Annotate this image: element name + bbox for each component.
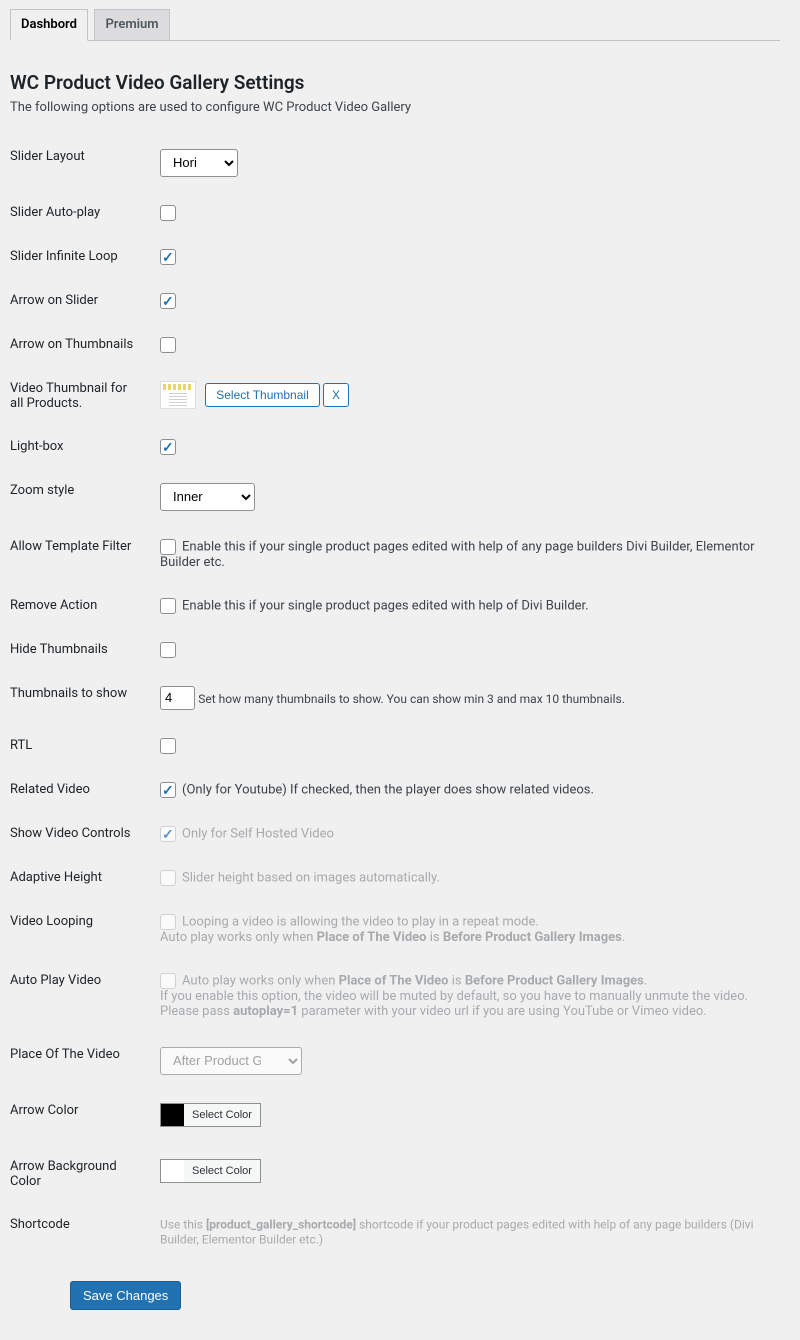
show-video-controls-checkbox bbox=[160, 826, 176, 842]
label-remove-action: Remove Action bbox=[10, 584, 150, 628]
zoom-style-select[interactable]: Inner bbox=[160, 483, 255, 511]
page-description: The following options are used to config… bbox=[10, 100, 780, 135]
template-filter-hint: Enable this if your single product pages… bbox=[160, 539, 755, 570]
label-hide-thumbnails: Hide Thumbnails bbox=[10, 628, 150, 672]
label-thumbnails-to-show: Thumbnails to show bbox=[10, 672, 150, 724]
label-template-filter: Allow Template Filter bbox=[10, 525, 150, 584]
arrow-on-slider-checkbox[interactable] bbox=[160, 293, 176, 309]
label-video-thumbnail: Video Thumbnail for all Products. bbox=[10, 367, 150, 425]
hide-thumbnails-checkbox[interactable] bbox=[160, 642, 176, 658]
select-thumbnail-button[interactable]: Select Thumbnail bbox=[205, 383, 320, 407]
label-arrow-bg-color: Arrow Background Color bbox=[10, 1145, 150, 1203]
label-place-of-video: Place Of The Video bbox=[10, 1033, 150, 1089]
label-auto-play-video: Auto Play Video bbox=[10, 959, 150, 1033]
label-show-video-controls: Show Video Controls bbox=[10, 812, 150, 856]
arrow-color-swatch bbox=[160, 1103, 184, 1127]
slider-loop-checkbox[interactable] bbox=[160, 249, 176, 265]
video-looping-checkbox bbox=[160, 914, 176, 930]
label-lightbox: Light-box bbox=[10, 425, 150, 469]
related-video-checkbox[interactable] bbox=[160, 782, 176, 798]
label-video-looping: Video Looping bbox=[10, 900, 150, 959]
auto-play-video-checkbox bbox=[160, 973, 176, 989]
label-zoom-style: Zoom style bbox=[10, 469, 150, 525]
label-rtl: RTL bbox=[10, 724, 150, 768]
adaptive-height-checkbox bbox=[160, 870, 176, 886]
tab-premium[interactable]: Premium bbox=[94, 9, 169, 40]
label-slider-loop: Slider Infinite Loop bbox=[10, 235, 150, 279]
video-looping-hint1: Looping a video is allowing the video to… bbox=[182, 914, 539, 929]
template-filter-checkbox[interactable] bbox=[160, 539, 176, 555]
label-arrow-on-thumbnails: Arrow on Thumbnails bbox=[10, 323, 150, 367]
label-arrow-on-slider: Arrow on Slider bbox=[10, 279, 150, 323]
label-slider-autoplay: Slider Auto-play bbox=[10, 191, 150, 235]
rtl-checkbox[interactable] bbox=[160, 738, 176, 754]
arrow-bg-color-swatch bbox=[160, 1159, 184, 1183]
arrow-bg-color-button[interactable]: Select Color bbox=[184, 1159, 261, 1183]
tab-dashboard[interactable]: Dashbord bbox=[10, 9, 88, 41]
arrow-on-thumbnails-checkbox[interactable] bbox=[160, 337, 176, 353]
page-title: WC Product Video Gallery Settings bbox=[10, 41, 780, 100]
place-of-video-select: After Product Gallery Images bbox=[160, 1047, 302, 1075]
remove-action-checkbox[interactable] bbox=[160, 598, 176, 614]
slider-layout-select[interactable]: Horizontal bbox=[160, 149, 238, 177]
auto-play-hint2: If you enable this option, the video wil… bbox=[160, 989, 748, 1004]
label-shortcode: Shortcode bbox=[10, 1203, 150, 1261]
show-video-controls-hint: Only for Self Hosted Video bbox=[182, 826, 334, 841]
slider-autoplay-checkbox[interactable] bbox=[160, 205, 176, 221]
settings-form: Slider Layout Horizontal Slider Auto-pla… bbox=[10, 135, 780, 1261]
related-video-hint: (Only for Youtube) If checked, then the … bbox=[182, 782, 594, 797]
label-adaptive-height: Adaptive Height bbox=[10, 856, 150, 900]
adaptive-height-hint: Slider height based on images automatica… bbox=[182, 870, 440, 885]
tab-bar: Dashbord Premium bbox=[10, 0, 780, 41]
label-related-video: Related Video bbox=[10, 768, 150, 812]
thumbnail-preview bbox=[160, 381, 196, 409]
lightbox-checkbox[interactable] bbox=[160, 439, 176, 455]
label-arrow-color: Arrow Color bbox=[10, 1089, 150, 1145]
save-changes-button[interactable]: Save Changes bbox=[70, 1281, 181, 1310]
thumbnails-to-show-input[interactable] bbox=[160, 686, 195, 710]
remove-thumbnail-button[interactable]: X bbox=[323, 383, 349, 407]
thumbnails-to-show-hint: Set how many thumbnails to show. You can… bbox=[198, 692, 625, 706]
remove-action-hint: Enable this if your single product pages… bbox=[182, 598, 589, 613]
label-slider-layout: Slider Layout bbox=[10, 135, 150, 191]
arrow-color-button[interactable]: Select Color bbox=[184, 1103, 261, 1127]
